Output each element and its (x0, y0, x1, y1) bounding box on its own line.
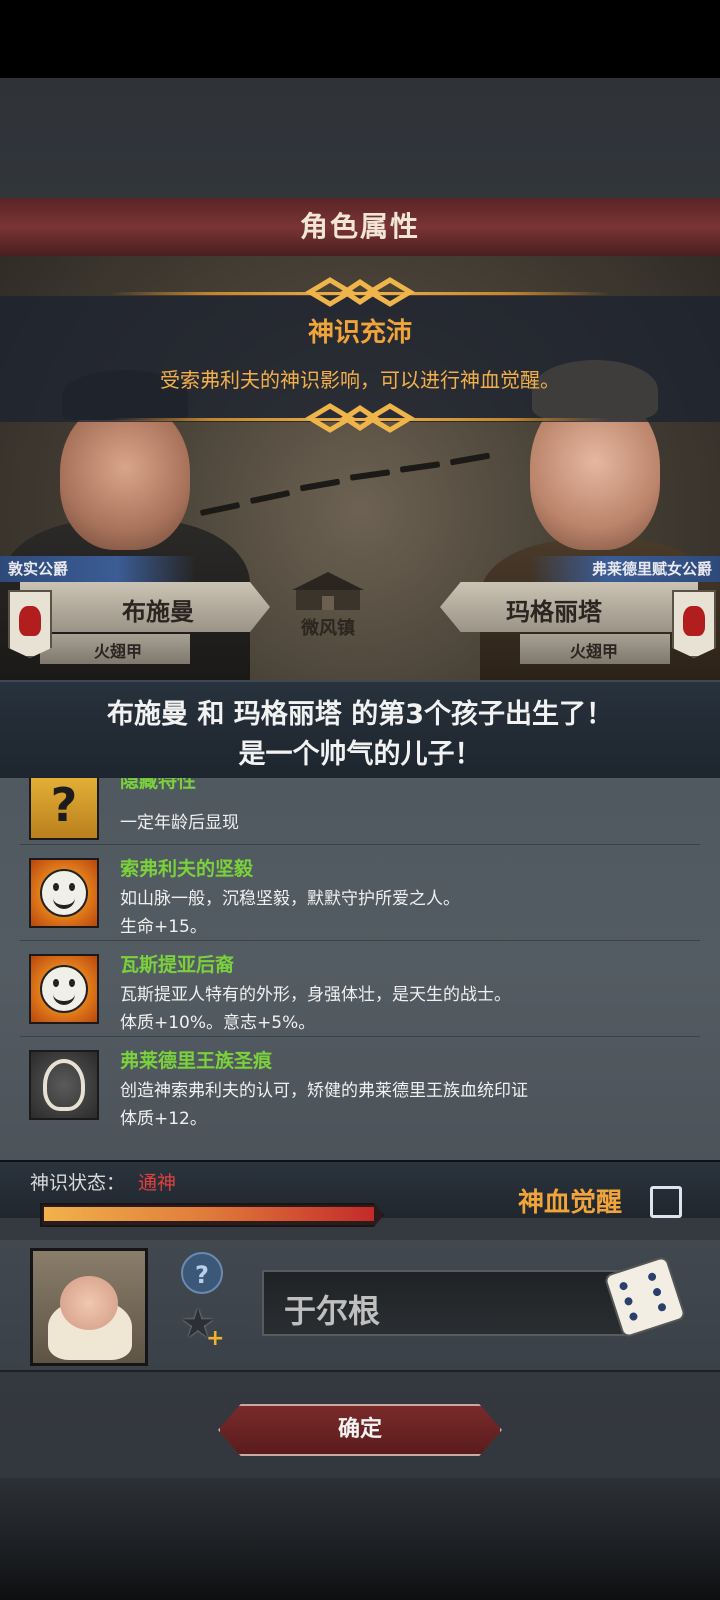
mother-house: 火翅甲 (570, 642, 619, 661)
village-icon (292, 572, 364, 610)
father-house: 火翅甲 (94, 642, 143, 661)
trait-item[interactable]: 弗莱德里王族圣痕 创造神索弗利夫的认可，矫健的弗莱德里王族血统印证 体质+12。 (0, 1044, 720, 1140)
father-portrait (60, 400, 190, 550)
trait-effect: 生命+15。 (120, 917, 207, 937)
trait-desc: 如山脉一般，沉稳坚毅，默默守护所爱之人。 (120, 889, 460, 909)
status-bar-area (0, 0, 720, 78)
divider (20, 940, 700, 941)
help-button[interactable]: ? (181, 1252, 223, 1294)
divider (20, 1036, 700, 1037)
trait-desc: 瓦斯提亚人特有的外形，身强体壮，是天生的战士。 (120, 985, 511, 1005)
trait-effect: 体质+10%。意志+5%。 (120, 1013, 316, 1033)
trait-name: 隐藏特性 (120, 778, 197, 792)
child-name[interactable]: 于尔根 (284, 1286, 380, 1332)
location-label: 微风镇 (301, 618, 355, 639)
divider (20, 844, 700, 845)
mother-crest-icon (672, 590, 716, 658)
ornament-bottom-icon (305, 403, 415, 433)
awaken-checkbox[interactable] (650, 1186, 682, 1218)
question-icon: ? (29, 778, 99, 840)
announcement-line-1: 布施曼 和 玛格丽塔 的第3个孩子出生了！ (107, 699, 613, 730)
status-label: 神识状态： (30, 1172, 126, 1194)
divine-progress-fill (44, 1207, 374, 1221)
traits-list[interactable]: ? 隐藏特性 一定年龄后显现 索弗利夫的坚毅 如山脉一般，沉稳坚毅，默默守护所爱… (0, 778, 720, 1160)
banner-title: 神识充沛 (307, 318, 412, 348)
trait-name: 弗莱德里王族圣痕 (120, 1050, 273, 1072)
trait-item[interactable]: 索弗利夫的坚毅 如山脉一般，沉稳坚毅，默默守护所爱之人。 生命+15。 (0, 852, 720, 948)
dialog-title: 角色属性 (299, 210, 420, 243)
plus-icon: + (206, 1326, 225, 1351)
trait-desc: 创造神索弗利夫的认可，矫健的弗莱德里王族血统印证 (120, 1081, 528, 1101)
father-title: 敦实公爵 (0, 556, 196, 582)
mother-name: 玛格丽塔 (506, 598, 602, 626)
confirm-label[interactable]: 确定 (218, 1404, 502, 1456)
smiley-sun-icon (29, 858, 99, 928)
trait-effect: 体质+12。 (120, 1109, 207, 1129)
father-name: 布施曼 (122, 598, 194, 626)
baby-face (60, 1276, 118, 1330)
father-crest-icon (8, 590, 52, 658)
royal-crest-icon (29, 1050, 99, 1120)
awaken-label[interactable]: 神血觉醒 (518, 1182, 622, 1219)
trait-name: 索弗利夫的坚毅 (120, 858, 254, 880)
mother-title: 弗莱德里赋女公爵 (530, 556, 720, 582)
status-value: 通神 (138, 1172, 177, 1194)
banner-text: 受索弗利夫的神识影响，可以进行神血觉醒。 (160, 368, 560, 392)
bottom-area (0, 1478, 720, 1600)
smiley-sun-icon (29, 954, 99, 1024)
ornament-top-icon (305, 277, 415, 307)
trait-item[interactable]: 瓦斯提亚后裔 瓦斯提亚人特有的外形，身强体壮，是天生的战士。 体质+10%。意志… (0, 948, 720, 1044)
announcement-line-2: 是一个帅气的儿子！ (238, 739, 482, 770)
trait-desc: 一定年龄后显现 (120, 813, 239, 833)
trait-name: 瓦斯提亚后裔 (120, 954, 235, 976)
